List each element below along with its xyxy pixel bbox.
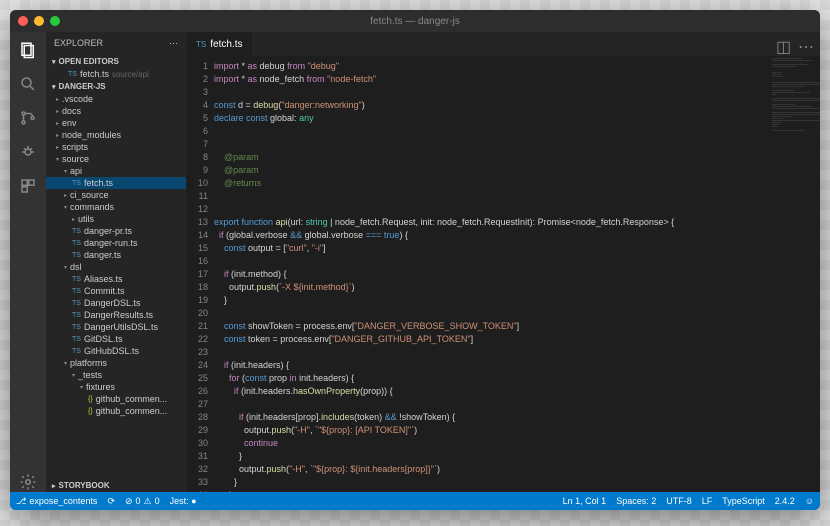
storybook-section[interactable]: STORYBOOK (46, 479, 186, 492)
sidebar: EXPLORER ⋯ OPEN EDITORS TS fetch.ts sour… (46, 32, 186, 492)
folder-item[interactable]: source (46, 153, 186, 165)
explorer-icon[interactable] (18, 40, 38, 60)
status-bar: ⎇ expose_contents ⟳ ⊘ 0 ⚠ 0 Jest: ● Ln 1… (10, 492, 820, 510)
editor-area: TS fetch.ts ◫ ⋯ 123456789101112131415161… (186, 32, 820, 492)
file-item[interactable]: TS danger.ts (46, 249, 186, 261)
status-feedback[interactable]: ☺ (805, 496, 814, 506)
line-numbers: 1234567891011121314151617181920212223242… (186, 56, 214, 492)
folder-item[interactable]: _tests (46, 369, 186, 381)
folder-item[interactable]: env (46, 117, 186, 129)
sidebar-header: EXPLORER ⋯ (46, 32, 186, 55)
folder-item[interactable]: fixtures (46, 381, 186, 393)
file-item[interactable]: {} github_commen... (46, 393, 186, 405)
maximize-window[interactable] (50, 16, 60, 26)
window-title: fetch.ts — danger-js (370, 16, 459, 27)
settings-icon[interactable] (18, 472, 38, 492)
file-tree: .vscodedocsenvnode_modulesscriptssourcea… (46, 93, 186, 479)
folder-item[interactable]: docs (46, 105, 186, 117)
sidebar-more-icon[interactable]: ⋯ (169, 38, 178, 49)
folder-item[interactable]: .vscode (46, 93, 186, 105)
folder-item[interactable]: node_modules (46, 129, 186, 141)
folder-item[interactable]: ci_source (46, 189, 186, 201)
folder-item[interactable]: api (46, 165, 186, 177)
sidebar-title: EXPLORER (54, 38, 103, 49)
status-lang[interactable]: TypeScript (722, 496, 765, 506)
code-content[interactable]: import * as debug from "debug"import * a… (214, 56, 770, 492)
status-spaces[interactable]: Spaces: 2 (616, 496, 656, 506)
code-editor[interactable]: 1234567891011121314151617181920212223242… (186, 56, 820, 492)
file-item[interactable]: TS GitHubDSL.ts (46, 345, 186, 357)
extensions-icon[interactable] (18, 176, 38, 196)
status-version[interactable]: 2.4.2 (775, 496, 795, 506)
titlebar: fetch.ts — danger-js (10, 10, 820, 32)
tab-label: fetch.ts (210, 39, 242, 50)
minimap[interactable] (770, 56, 820, 492)
file-item[interactable]: TS GitDSL.ts (46, 333, 186, 345)
status-encoding[interactable]: UTF-8 (666, 496, 692, 506)
folder-item[interactable]: dsl (46, 261, 186, 273)
vscode-window: fetch.ts — danger-js EXPLORER ⋯ OPEN EDI… (10, 10, 820, 510)
file-item[interactable]: TS DangerDSL.ts (46, 297, 186, 309)
search-icon[interactable] (18, 74, 38, 94)
minimize-window[interactable] (34, 16, 44, 26)
status-eol[interactable]: LF (702, 496, 713, 506)
status-position[interactable]: Ln 1, Col 1 (563, 496, 607, 506)
close-window[interactable] (18, 16, 28, 26)
file-item[interactable]: TS Commit.ts (46, 285, 186, 297)
activity-bar (10, 32, 46, 492)
file-item[interactable]: {} github_commen... (46, 405, 186, 417)
folder-item[interactable]: commands (46, 201, 186, 213)
folder-item[interactable]: platforms (46, 357, 186, 369)
split-editor-icon[interactable]: ◫ (776, 37, 790, 51)
open-editor-item[interactable]: TS fetch.ts source/api (46, 68, 186, 80)
source-control-icon[interactable] (18, 108, 38, 128)
project-section[interactable]: DANGER-JS (46, 80, 186, 93)
folder-item[interactable]: scripts (46, 141, 186, 153)
status-branch[interactable]: ⎇ expose_contents (16, 496, 97, 507)
main-layout: EXPLORER ⋯ OPEN EDITORS TS fetch.ts sour… (10, 32, 820, 492)
tab-fetch[interactable]: TS fetch.ts (186, 32, 252, 56)
file-item[interactable]: TS DangerResults.ts (46, 309, 186, 321)
editor-actions: ◫ ⋯ (776, 37, 820, 51)
folder-item[interactable]: utils (46, 213, 186, 225)
file-item[interactable]: TS Aliases.ts (46, 273, 186, 285)
status-problems[interactable]: ⊘ 0 ⚠ 0 (125, 496, 160, 507)
file-item[interactable]: TS DangerUtilsDSL.ts (46, 321, 186, 333)
open-editors-list: TS fetch.ts source/api (46, 68, 186, 80)
traffic-lights (18, 16, 60, 26)
ts-file-icon: TS (196, 40, 206, 49)
status-sync[interactable]: ⟳ (107, 496, 115, 507)
open-editors-section[interactable]: OPEN EDITORS (46, 55, 186, 68)
file-item[interactable]: TS fetch.ts (46, 177, 186, 189)
debug-icon[interactable] (18, 142, 38, 162)
file-item[interactable]: TS danger-run.ts (46, 237, 186, 249)
file-item[interactable]: TS danger-pr.ts (46, 225, 186, 237)
more-actions-icon[interactable]: ⋯ (798, 37, 812, 51)
status-jest[interactable]: Jest: ● (170, 496, 197, 506)
tab-bar: TS fetch.ts ◫ ⋯ (186, 32, 820, 56)
